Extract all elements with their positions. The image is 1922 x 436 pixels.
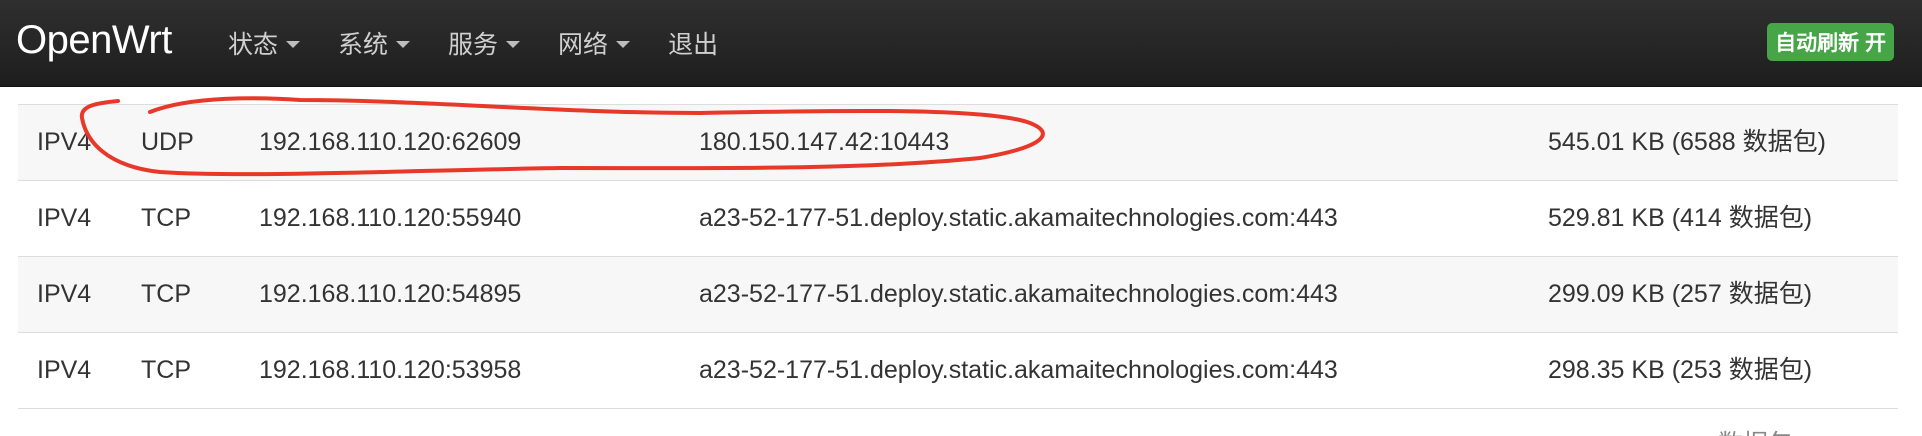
cell-traffic: 298.35 KB (253 数据包) [1548,356,1813,384]
cell-family: IPV4 [37,128,92,156]
cell-source: 192.168.110.120:53958 [259,356,522,384]
menu-network-label: 网络 [558,31,609,59]
cell-traffic: 545.01 KB (6588 数据包) [1548,128,1826,156]
menu-services[interactable]: 服务 [448,25,521,61]
menu-logout[interactable]: 退出 [668,25,718,61]
menu-status[interactable]: 状态 [228,25,301,61]
cell-family: IPV4 [37,280,92,308]
cell-traffic: 529.81 KB (414 数据包) [1548,204,1813,232]
caret-down-icon [286,40,301,48]
menu-logout-label: 退出 [668,31,719,59]
cell-family: IPV4 [37,356,92,384]
cell-source: 192.168.110.120:54895 [259,280,522,308]
cell-destination: a23-52-177-51.deploy.static.akamaitechno… [699,356,1338,384]
top-navbar: OpenWrt 状态 系统 服务 网络 退出 自动刷新 开 [0,0,1922,87]
cell-protocol: TCP [141,204,191,232]
caret-down-icon [506,40,521,48]
cell-destination: 180.150.147.42:10443 [699,128,950,156]
main-menu: 状态 系统 服务 网络 退出 [228,0,756,86]
cell-protocol: UDP [141,128,194,156]
partial-next-row-text: 数据包 [1718,424,1793,436]
cell-destination: a23-52-177-51.deploy.static.akamaitechno… [699,280,1338,308]
connections-table: IPV4 UDP 192.168.110.120:62609 180.150.1… [18,104,1898,409]
cell-protocol: TCP [141,280,191,308]
cell-family: IPV4 [37,204,92,232]
table-row: IPV4 UDP 192.168.110.120:62609 180.150.1… [18,105,1898,181]
menu-status-label: 状态 [228,31,279,59]
cell-destination: a23-52-177-51.deploy.static.akamaitechno… [699,204,1338,232]
auto-refresh-toggle[interactable]: 自动刷新 开 [1767,23,1894,61]
cell-traffic: 299.09 KB (257 数据包) [1548,280,1813,308]
menu-system[interactable]: 系统 [338,25,411,61]
cell-source: 192.168.110.120:62609 [259,128,522,156]
caret-down-icon [616,40,631,48]
table-row: IPV4 TCP 192.168.110.120:53958 a23-52-17… [18,333,1898,409]
cell-source: 192.168.110.120:55940 [259,204,522,232]
menu-network[interactable]: 网络 [558,25,631,61]
brand-logo[interactable]: OpenWrt [16,18,172,63]
table-row: IPV4 TCP 192.168.110.120:55940 a23-52-17… [18,181,1898,257]
caret-down-icon [396,40,411,48]
table-row: IPV4 TCP 192.168.110.120:54895 a23-52-17… [18,257,1898,333]
menu-services-label: 服务 [448,31,499,59]
cell-protocol: TCP [141,356,191,384]
menu-system-label: 系统 [338,31,389,59]
